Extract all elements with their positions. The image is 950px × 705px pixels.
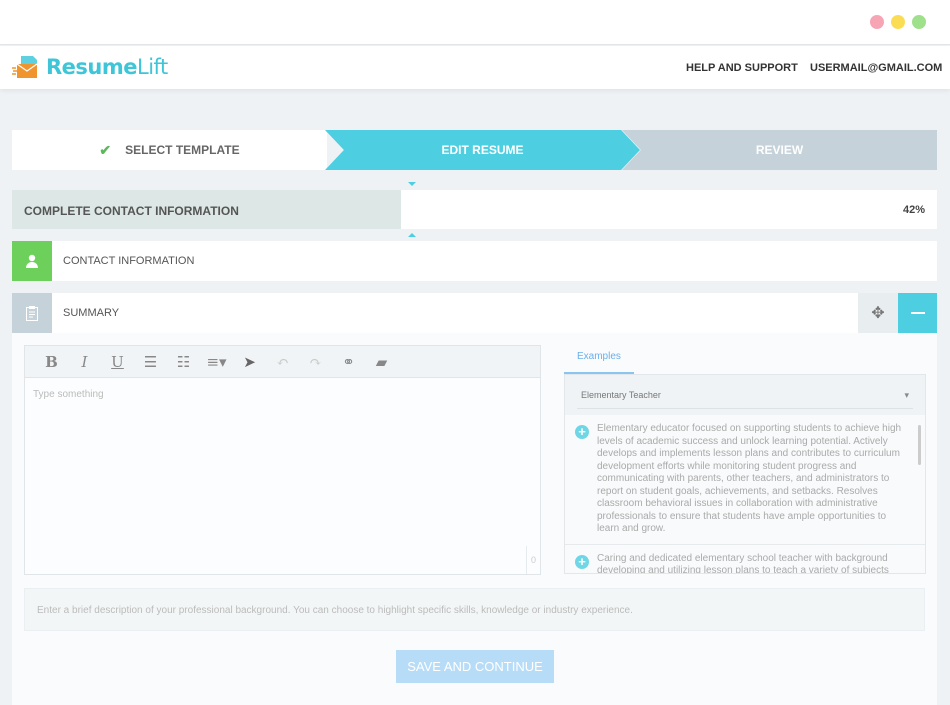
bullet-list-icon[interactable]: ☰ [134, 353, 167, 371]
italic-icon[interactable]: I [68, 353, 101, 371]
examples-scrollbar[interactable] [918, 425, 921, 465]
progress-percent: 42% [902, 204, 925, 216]
bold-icon[interactable]: B [35, 353, 68, 371]
link-icon[interactable]: ⚭ [332, 353, 365, 371]
step-label: EDIT RESUME [441, 143, 524, 157]
job-title-select[interactable]: Elementary Teacher ▾ [577, 381, 913, 409]
logo-text-light: Lift [137, 55, 168, 79]
window-minimize-button[interactable] [891, 15, 905, 29]
example-item[interactable]: + Caring and dedicated elementary school … [565, 544, 925, 574]
examples-panel: Examples Elementary Teacher ▾ + Elementary… [564, 345, 926, 575]
app-header: ResumeLift HELP AND SUPPORT USERMAIL@GMA… [0, 46, 950, 89]
step-label: REVIEW [755, 143, 804, 157]
progress-marker-bottom [408, 229, 416, 237]
underline-icon[interactable]: U [101, 353, 134, 371]
clipboard-icon [12, 293, 52, 333]
progress-marker-top [408, 182, 416, 190]
align-icon[interactable]: ≡▾ [200, 353, 233, 371]
help-and-support-link[interactable]: HELP AND SUPPORT [686, 62, 798, 74]
logo-text-bold: Resume [46, 55, 138, 79]
window-titlebar [0, 0, 950, 45]
progress-steps: ✔ SELECT TEMPLATE EDIT RESUME REVIEW [12, 130, 937, 170]
summary-panel: B I U ☰ ☷ ≡▾ ➤ ↶ ↷ ⚭ ▰ Type something 0 … [12, 333, 937, 705]
character-counter: 0 [526, 546, 540, 574]
undo-icon[interactable]: ↶ [266, 353, 299, 371]
caret-down-icon: ▾ [904, 390, 909, 400]
window-maximize-button[interactable] [912, 15, 926, 29]
editor-toolbar: B I U ☰ ☷ ≡▾ ➤ ↶ ↷ ⚭ ▰ [25, 346, 540, 378]
step-review[interactable]: REVIEW [622, 130, 937, 170]
section-summary[interactable]: SUMMARY ✥ [12, 293, 937, 333]
user-account-link[interactable]: USERMAIL@GMAIL.COM [810, 62, 942, 74]
example-text: Elementary educator focused on supportin… [597, 423, 902, 534]
eraser-icon[interactable]: ▰ [365, 353, 398, 371]
example-item[interactable]: + Elementary educator focused on supporti… [565, 415, 925, 545]
collapse-button[interactable] [898, 293, 937, 333]
logo[interactable]: ResumeLift [12, 55, 168, 79]
step-select-template[interactable]: ✔ SELECT TEMPLATE [12, 130, 327, 170]
add-icon[interactable]: + [575, 425, 589, 439]
redo-icon[interactable]: ↷ [299, 353, 332, 371]
example-text: Caring and dedicated elementary school t… [597, 552, 889, 574]
logo-icon [12, 56, 38, 78]
tab-examples[interactable]: Examples [564, 345, 634, 374]
section-description: Enter a brief description of your profes… [24, 588, 925, 631]
numbered-list-icon[interactable]: ☷ [167, 353, 200, 371]
section-label: CONTACT INFORMATION [63, 255, 195, 267]
user-icon [12, 241, 52, 281]
move-icon[interactable]: ✥ [858, 293, 898, 333]
step-edit-resume[interactable]: EDIT RESUME [325, 130, 640, 170]
selected-value: Elementary Teacher [581, 390, 661, 400]
rich-text-editor: B I U ☰ ☷ ≡▾ ➤ ↶ ↷ ⚭ ▰ Type something 0 [24, 345, 541, 575]
step-label: SELECT TEMPLATE [125, 143, 240, 157]
add-icon[interactable]: + [575, 554, 589, 569]
pointer-icon[interactable]: ➤ [233, 353, 266, 371]
minus-icon [910, 312, 925, 314]
section-contact-information[interactable]: CONTACT INFORMATION [12, 241, 937, 281]
save-and-continue-button[interactable]: SAVE AND CONTINUE [396, 650, 554, 683]
editor-textarea[interactable]: Type something [25, 378, 540, 411]
check-icon: ✔ [99, 141, 112, 158]
completion-progress-bar: COMPLETE CONTACT INFORMATION 42% [12, 182, 937, 237]
progress-label: COMPLETE CONTACT INFORMATION [24, 204, 239, 218]
window-close-button[interactable] [870, 15, 884, 29]
section-label: SUMMARY [63, 307, 120, 319]
